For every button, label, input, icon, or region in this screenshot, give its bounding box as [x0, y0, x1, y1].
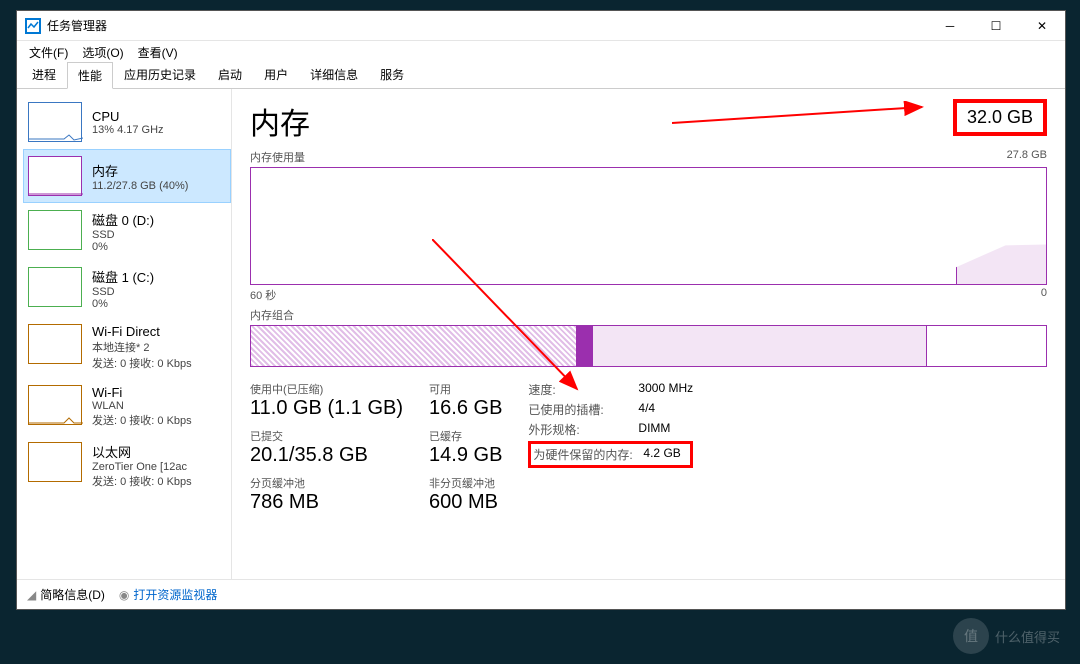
- spec-slots: 4/4: [638, 401, 655, 418]
- titlebar[interactable]: 任务管理器 ─ ☐ ✕: [17, 11, 1065, 41]
- menubar: 文件(F) 选项(O) 查看(V): [17, 41, 1065, 63]
- menu-options[interactable]: 选项(O): [76, 42, 129, 63]
- spec-speed: 3000 MHz: [638, 381, 693, 398]
- stat-cached: 14.9 GB: [429, 444, 502, 467]
- close-button[interactable]: ✕: [1019, 11, 1065, 41]
- resmon-icon: ◉: [119, 588, 129, 602]
- spec-hardware-reserved-row: 为硬件保留的内存:4.2 GB: [528, 441, 693, 468]
- window-title: 任务管理器: [47, 17, 927, 34]
- usage-chart-fill: [956, 242, 1046, 284]
- spec-form: DIMM: [638, 421, 670, 438]
- tab-processes[interactable]: 进程: [21, 61, 67, 88]
- tab-startup[interactable]: 启动: [207, 61, 253, 88]
- maximize-button[interactable]: ☐: [973, 11, 1019, 41]
- page-title: 内存: [250, 99, 310, 143]
- stat-paged: 786 MB: [250, 491, 403, 514]
- comp-free: [927, 326, 1046, 366]
- total-memory-value: 32.0 GB: [953, 99, 1047, 136]
- memory-thumb-icon: [28, 156, 82, 196]
- sidebar-item-wifi-direct[interactable]: Wi-Fi Direct本地连接* 2发送: 0 接收: 0 Kbps: [23, 317, 231, 378]
- performance-sidebar[interactable]: CPU13% 4.17 GHz 内存11.2/27.8 GB (40%) 磁盘 …: [17, 89, 232, 579]
- stat-in-use: 11.0 GB (1.1 GB): [250, 397, 403, 420]
- sidebar-item-disk0[interactable]: 磁盘 0 (D:)SSD0%: [23, 203, 231, 260]
- tab-performance[interactable]: 性能: [67, 62, 113, 89]
- composition-label: 内存组合: [250, 307, 294, 323]
- wifi-thumb-icon: [28, 324, 82, 364]
- comp-in-use: [251, 326, 577, 366]
- sidebar-item-memory[interactable]: 内存11.2/27.8 GB (40%): [23, 149, 231, 203]
- minimize-button[interactable]: ─: [927, 11, 973, 41]
- disk-thumb-icon: [28, 267, 82, 307]
- menu-view[interactable]: 查看(V): [132, 42, 184, 63]
- fewer-details-link[interactable]: ◢简略信息(D): [27, 586, 105, 603]
- tab-users[interactable]: 用户: [253, 61, 299, 88]
- tab-services[interactable]: 服务: [369, 61, 415, 88]
- sidebar-cpu-title: CPU: [92, 109, 164, 124]
- spec-reserved: 4.2 GB: [643, 446, 680, 463]
- comp-modified: [577, 326, 593, 366]
- app-icon: [25, 18, 41, 34]
- wifi-thumb-icon: [28, 385, 82, 425]
- stat-nonpaged: 600 MB: [429, 491, 502, 514]
- sidebar-memory-title: 内存: [92, 161, 188, 180]
- sidebar-item-wifi[interactable]: Wi-FiWLAN发送: 0 接收: 0 Kbps: [23, 378, 231, 435]
- collapse-icon: ◢: [27, 588, 36, 602]
- ethernet-thumb-icon: [28, 442, 82, 482]
- memory-usage-chart[interactable]: [250, 167, 1047, 285]
- sidebar-item-cpu[interactable]: CPU13% 4.17 GHz: [23, 95, 231, 149]
- memory-spec-table: 速度:3000 MHz 已使用的插槽:4/4 外形规格:DIMM 为硬件保留的内…: [528, 381, 693, 514]
- memory-detail-pane: 内存 32.0 GB 内存使用量27.8 GB 60 秒0 内存组合 使用中(已…: [232, 89, 1065, 579]
- sidebar-item-disk1[interactable]: 磁盘 1 (C:)SSD0%: [23, 260, 231, 317]
- disk-thumb-icon: [28, 210, 82, 250]
- sidebar-item-ethernet[interactable]: 以太网ZeroTier One [12ac发送: 0 接收: 0 Kbps: [23, 435, 231, 496]
- comp-standby: [593, 326, 927, 366]
- footer-bar: ◢简略信息(D) ◉打开资源监视器: [17, 579, 1065, 609]
- watermark-badge: 值: [953, 618, 989, 654]
- watermark: 值 什么值得买: [953, 618, 1060, 654]
- task-manager-window: 任务管理器 ─ ☐ ✕ 文件(F) 选项(O) 查看(V) 进程 性能 应用历史…: [16, 10, 1066, 610]
- tab-details[interactable]: 详细信息: [299, 61, 369, 88]
- stat-available: 16.6 GB: [429, 397, 502, 420]
- stat-committed: 20.1/35.8 GB: [250, 444, 403, 467]
- memory-composition-chart[interactable]: [250, 325, 1047, 367]
- tab-app-history[interactable]: 应用历史记录: [113, 61, 207, 88]
- open-resource-monitor-link[interactable]: ◉打开资源监视器: [119, 586, 218, 603]
- cpu-thumb-icon: [28, 102, 82, 142]
- menu-file[interactable]: 文件(F): [23, 42, 74, 63]
- usage-chart-label: 内存使用量: [250, 149, 305, 165]
- tab-strip: 进程 性能 应用历史记录 启动 用户 详细信息 服务: [17, 63, 1065, 89]
